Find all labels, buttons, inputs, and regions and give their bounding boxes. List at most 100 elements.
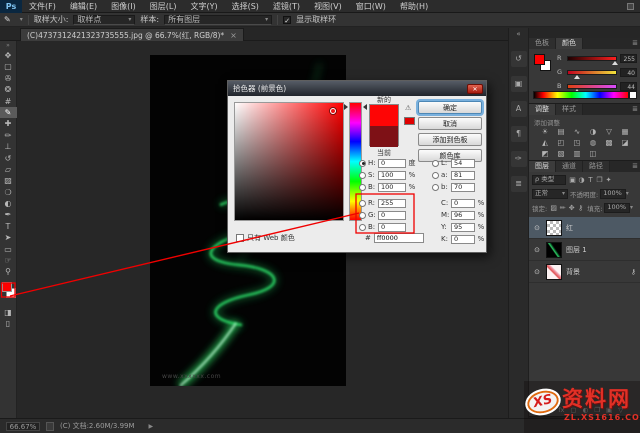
layer-thumbnail[interactable] xyxy=(546,220,562,236)
sample-size-dropdown[interactable]: 取样点▾ xyxy=(73,15,135,25)
hue-handle-left-icon[interactable] xyxy=(344,104,348,110)
panel-foreground-swatch[interactable] xyxy=(534,54,545,65)
posterize[interactable]: ◩ xyxy=(537,148,553,159)
crop[interactable]: # xyxy=(0,96,17,107)
show-sampling-ring-checkbox[interactable] xyxy=(283,16,291,24)
filter-pixel-layers[interactable]: ▣ xyxy=(568,176,577,184)
lock-image-pixels[interactable]: ✏ xyxy=(558,204,567,212)
lasso[interactable]: ✇ xyxy=(0,73,17,84)
notes[interactable]: ✑ xyxy=(511,151,527,167)
panel-tab[interactable]: 样式 xyxy=(556,104,583,115)
field-input[interactable] xyxy=(451,199,475,208)
hue-saturation[interactable]: ▦ xyxy=(617,126,633,137)
panel-tab[interactable]: 调整 xyxy=(529,104,556,115)
field-radio[interactable] xyxy=(359,212,366,219)
field-input[interactable] xyxy=(451,159,475,168)
field-radio[interactable] xyxy=(432,160,439,167)
menu-item[interactable]: 编辑(E) xyxy=(63,0,104,13)
eyedropper[interactable]: ✎ xyxy=(0,107,17,118)
menu-item[interactable]: 窗口(W) xyxy=(349,0,393,13)
opacity-dropdown[interactable]: 100%▾ xyxy=(600,189,626,199)
menu-item[interactable]: 文件(F) xyxy=(22,0,63,13)
add-to-swatches-button[interactable]: 添加到色板 xyxy=(418,133,482,146)
hue-handle-right-icon[interactable] xyxy=(363,104,367,110)
history[interactable]: ↺ xyxy=(511,51,527,67)
curves[interactable]: ∿ xyxy=(569,126,585,137)
layer-row[interactable]: ⊙ 图层 1 ⚷ xyxy=(529,239,640,261)
info[interactable]: ≣ xyxy=(511,176,527,192)
field-input[interactable] xyxy=(451,235,475,244)
field-input[interactable] xyxy=(451,223,475,232)
field-input[interactable] xyxy=(378,159,406,168)
field-radio[interactable] xyxy=(359,172,366,179)
dodge[interactable]: ◐ xyxy=(0,198,17,209)
quick-selection[interactable]: ❂ xyxy=(0,84,17,95)
menu-item[interactable]: 文字(Y) xyxy=(183,0,224,13)
hand[interactable]: ☞ xyxy=(0,255,17,266)
layer-visibility-eye-icon[interactable]: ⊙ xyxy=(532,224,542,232)
panel-tab[interactable]: 图层 xyxy=(529,161,556,172)
screen-mode[interactable]: ▯ xyxy=(0,318,17,329)
color-lookup[interactable]: ▩ xyxy=(601,137,617,148)
quick-mask[interactable]: ◨ xyxy=(0,307,17,318)
character[interactable]: A xyxy=(511,101,527,117)
only-web-colors-checkbox[interactable] xyxy=(236,234,244,242)
field-input[interactable] xyxy=(378,223,406,232)
field-radio[interactable] xyxy=(359,200,366,207)
layer-visibility-eye-icon[interactable]: ⊙ xyxy=(532,268,542,276)
collapse-dock-icon[interactable]: « xyxy=(516,30,520,42)
color-marker[interactable] xyxy=(330,108,336,114)
layer-thumbnail[interactable] xyxy=(546,264,562,280)
panel-tab[interactable]: 通道 xyxy=(556,161,583,172)
current-color-swatch[interactable] xyxy=(370,126,398,147)
layer-thumbnail[interactable] xyxy=(546,242,562,258)
channel-slider[interactable] xyxy=(567,56,617,61)
field-radio[interactable] xyxy=(359,184,366,191)
brightness-contrast[interactable]: ☀ xyxy=(537,126,553,137)
threshold[interactable]: ▧ xyxy=(553,148,569,159)
panel-menu-icon[interactable]: ≣ xyxy=(632,104,640,115)
properties[interactable]: ▣ xyxy=(511,76,527,92)
photo-filter[interactable]: ◳ xyxy=(569,137,585,148)
layer-row[interactable]: ⊙ 背景 ⚷ xyxy=(529,261,640,283)
slider-handle[interactable] xyxy=(612,61,618,65)
foreground-color-swatch[interactable] xyxy=(2,282,12,292)
filter-type-layers[interactable]: T xyxy=(586,176,595,184)
lock-transparent-pixels[interactable]: ▨ xyxy=(549,204,558,212)
filter-smart-objects[interactable]: ✦ xyxy=(604,176,613,184)
close-tab-icon[interactable]: × xyxy=(230,31,237,40)
panel-menu-icon[interactable]: ≣ xyxy=(632,161,640,172)
gamut-color-swatch[interactable] xyxy=(404,117,415,125)
menu-item[interactable]: 滤镜(T) xyxy=(266,0,307,13)
menu-item[interactable]: 帮助(H) xyxy=(393,0,435,13)
panel-tab[interactable]: 路径 xyxy=(583,161,610,172)
filter-shape-layers[interactable]: ❐ xyxy=(595,176,604,184)
spot-healing[interactable]: ✚ xyxy=(0,118,17,129)
brush[interactable]: ✏ xyxy=(0,130,17,141)
history-brush[interactable]: ↺ xyxy=(0,153,17,164)
pen[interactable]: ✒ xyxy=(0,209,17,220)
marquee[interactable]: ▢ xyxy=(0,61,17,72)
hex-input[interactable] xyxy=(374,233,424,243)
layer-row[interactable]: ⊙ 红 ⚷ xyxy=(529,217,640,239)
zoom-level-field[interactable]: 66.67% xyxy=(6,422,40,431)
selective-color[interactable]: ◫ xyxy=(585,148,601,159)
slider-handle[interactable] xyxy=(574,75,580,79)
vibrance[interactable]: ▽ xyxy=(601,126,617,137)
ok-button[interactable]: 确定 xyxy=(418,101,482,114)
channel-slider[interactable] xyxy=(567,70,617,75)
filter-adjustment-layers[interactable]: ◑ xyxy=(577,176,586,184)
sample-dropdown[interactable]: 所有图层▾ xyxy=(164,15,272,25)
field-radio[interactable] xyxy=(359,160,366,167)
field-input[interactable] xyxy=(378,199,406,208)
panel-menu-icon[interactable]: ≣ xyxy=(632,38,640,49)
exposure[interactable]: ◑ xyxy=(585,126,601,137)
field-radio[interactable] xyxy=(359,224,366,231)
lock-all[interactable]: ⚷ xyxy=(576,204,585,212)
field-radio[interactable] xyxy=(432,184,439,191)
dialog-close-button[interactable]: ✕ xyxy=(467,84,483,94)
levels[interactable]: ▤ xyxy=(553,126,569,137)
white-chip[interactable] xyxy=(629,91,637,99)
path-selection[interactable]: ➤ xyxy=(0,232,17,243)
field-input[interactable] xyxy=(378,183,406,192)
